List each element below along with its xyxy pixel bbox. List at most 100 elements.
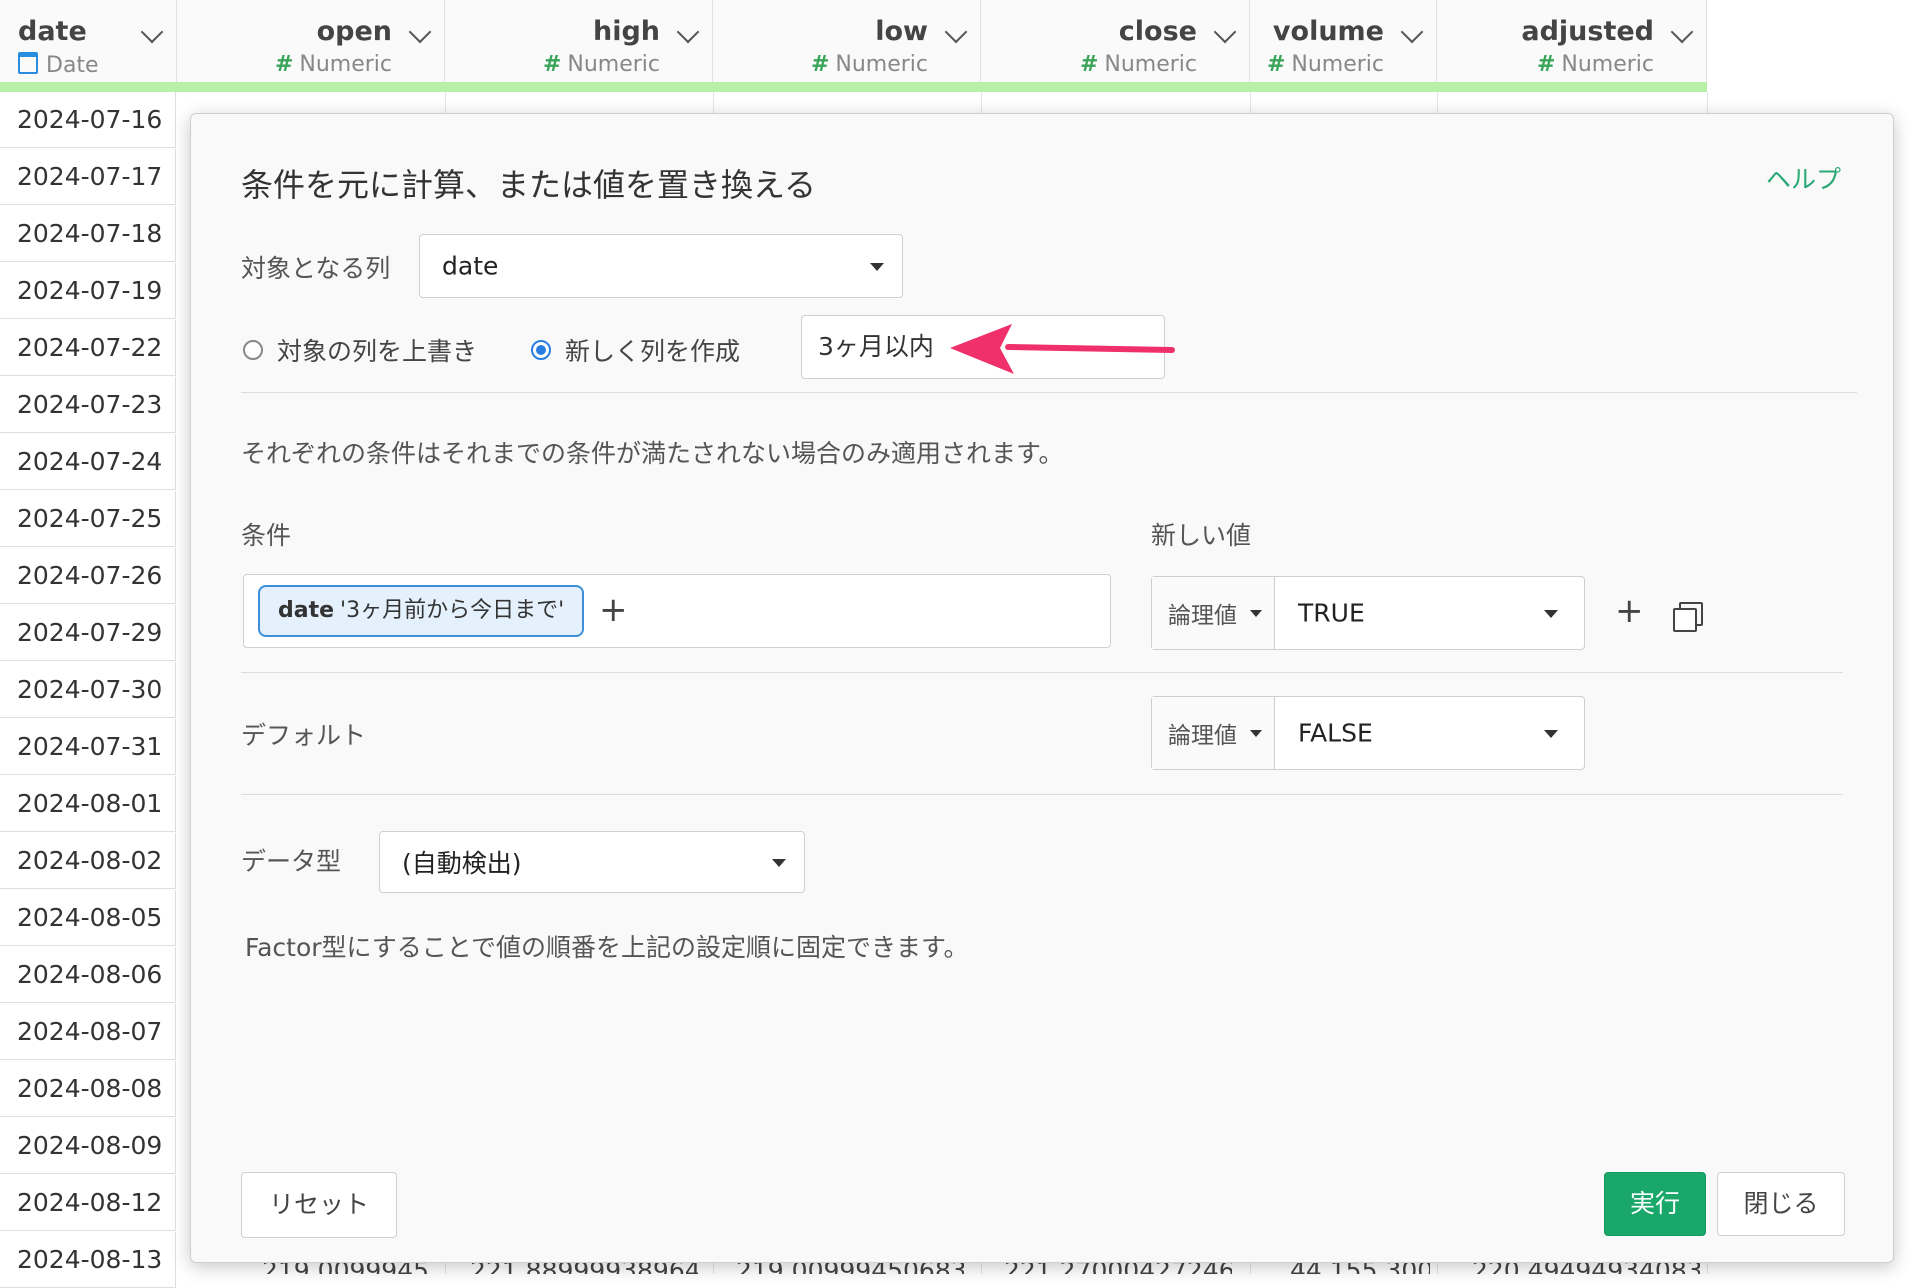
column-name: adjusted — [1521, 16, 1654, 47]
column-header-open[interactable]: open # Numeric — [177, 0, 445, 82]
chevron-down-icon[interactable] — [1400, 20, 1424, 44]
date-cell[interactable]: 2024-07-26 — [0, 548, 176, 604]
numeric-icon: # — [1266, 52, 1286, 77]
column-header-date[interactable]: date Date — [0, 0, 177, 82]
date-cell[interactable]: 2024-08-13 — [0, 1232, 176, 1288]
column-type-label: Numeric — [835, 52, 928, 77]
column-name: open — [316, 16, 392, 47]
column-name: close — [1118, 16, 1197, 47]
run-button[interactable]: 実行 — [1604, 1172, 1706, 1236]
data-type-label: データ型 — [241, 847, 342, 876]
divider — [241, 672, 1843, 673]
column-header-high[interactable]: high # Numeric — [445, 0, 713, 82]
date-cell[interactable]: 2024-08-05 — [0, 890, 176, 946]
column-type: # Numeric — [275, 52, 392, 77]
close-button[interactable]: 閉じる — [1717, 1172, 1845, 1236]
date-cell[interactable]: 2024-08-08 — [0, 1061, 176, 1117]
value-type-select[interactable]: 論理値 — [1152, 577, 1275, 649]
column-header-close[interactable]: close # Numeric — [981, 0, 1250, 82]
column-header-low[interactable]: low # Numeric — [713, 0, 981, 82]
radio-overwrite-column[interactable]: 対象の列を上書き — [243, 332, 477, 368]
condition-chip[interactable]: date '3ヶ月前から今日まで' — [258, 585, 585, 637]
column-header-adjusted[interactable]: adjusted # Numeric — [1437, 0, 1707, 82]
radio-create-new-column[interactable]: 新しく列を作成 — [531, 332, 740, 368]
date-cell[interactable]: 2024-07-18 — [0, 206, 176, 262]
column-type: # Numeric — [543, 52, 660, 77]
grid-header: date Date open # Numeric high # Numeric lo… — [0, 0, 1707, 92]
column-header-volume[interactable]: volume # Numeric — [1250, 0, 1437, 82]
reset-button[interactable]: リセット — [241, 1172, 397, 1238]
condition-order-note: それぞれの条件はそれまでの条件が満たされない場合のみ適用されます。 — [241, 439, 1064, 468]
column-name: date — [18, 16, 87, 47]
calendar-icon — [18, 52, 38, 74]
add-condition-plus-icon[interactable]: + — [599, 593, 628, 627]
date-cell[interactable]: 2024-08-07 — [0, 1004, 176, 1060]
date-cell[interactable]: 2024-07-22 — [0, 320, 176, 376]
date-cell[interactable]: 2024-08-02 — [0, 833, 176, 889]
chevron-down-icon[interactable] — [1213, 20, 1237, 44]
column-type: # Numeric — [811, 52, 928, 77]
column-type: # Numeric — [1537, 52, 1654, 77]
radio-label: 新しく列を作成 — [565, 337, 741, 366]
help-link[interactable]: ヘルプ — [1766, 160, 1841, 196]
caret-down-icon — [772, 859, 786, 867]
target-column-select[interactable]: date — [419, 234, 903, 298]
date-cell[interactable]: 2024-08-12 — [0, 1175, 176, 1231]
data-type-select[interactable]: (自動検出) — [379, 831, 805, 893]
annotation-arrow-icon — [950, 324, 1175, 374]
new-value-input: 論理値 TRUE — [1151, 576, 1585, 650]
default-value-input: 論理値 FALSE — [1151, 696, 1585, 770]
date-cell[interactable]: 2024-07-16 — [0, 92, 176, 148]
column-name: high — [592, 16, 660, 47]
date-cell[interactable]: 2024-08-06 — [0, 947, 176, 1003]
target-column-label: 対象となる列 — [241, 254, 391, 283]
default-value-label: FALSE — [1298, 718, 1373, 748]
date-cell[interactable]: 2024-07-30 — [0, 662, 176, 718]
numeric-icon: # — [542, 52, 562, 77]
condition-chip-text: '3ヶ月前から今日まで' — [340, 598, 565, 623]
date-cell[interactable]: 2024-07-24 — [0, 434, 176, 490]
conditional-compute-dialog: 条件を元に計算、または値を置き換える ヘルプ 対象となる列 date 対象の列を… — [190, 113, 1894, 1263]
column-type-label: Numeric — [1561, 52, 1654, 77]
condition-input[interactable]: date '3ヶ月前から今日まで' + — [243, 574, 1111, 648]
default-type-select[interactable]: 論理値 — [1152, 697, 1275, 769]
divider — [241, 392, 1857, 393]
chevron-down-icon[interactable] — [140, 20, 164, 44]
data-type-value: (自動検出) — [402, 849, 522, 878]
divider — [241, 794, 1843, 795]
date-cell[interactable]: 2024-07-31 — [0, 719, 176, 775]
chevron-down-icon[interactable] — [676, 20, 700, 44]
caret-down-icon — [1250, 610, 1262, 617]
column-type-label: Numeric — [299, 52, 392, 77]
condition-chip-column: date — [278, 598, 335, 623]
column-type-label: Numeric — [567, 52, 660, 77]
add-rule-plus-icon[interactable]: + — [1615, 594, 1644, 628]
column-type: # Numeric — [1080, 52, 1197, 77]
default-label: デフォルト — [241, 721, 367, 750]
date-cell[interactable]: 2024-07-29 — [0, 605, 176, 661]
value-select[interactable]: TRUE — [1274, 577, 1584, 649]
default-type-label: 論理値 — [1168, 723, 1237, 749]
date-cell[interactable]: 2024-08-09 — [0, 1118, 176, 1174]
value-label: TRUE — [1298, 598, 1365, 628]
date-cell[interactable]: 2024-08-01 — [0, 776, 176, 832]
default-value-select[interactable]: FALSE — [1274, 697, 1584, 769]
caret-down-icon — [870, 263, 884, 271]
chevron-down-icon[interactable] — [408, 20, 432, 44]
date-cell[interactable]: 2024-07-25 — [0, 491, 176, 547]
column-name: low — [875, 16, 928, 47]
new-value-header: 新しい値 — [1151, 521, 1252, 550]
chevron-down-icon[interactable] — [1670, 20, 1694, 44]
date-cell[interactable]: 2024-07-19 — [0, 263, 176, 319]
copy-rule-icon[interactable] — [1673, 602, 1703, 632]
numeric-icon: # — [810, 52, 830, 77]
column-type-label: Date — [46, 53, 99, 78]
date-cell[interactable]: 2024-07-17 — [0, 149, 176, 205]
date-cell[interactable]: 2024-07-23 — [0, 377, 176, 433]
target-column-value: date — [442, 251, 499, 281]
numeric-icon: # — [1536, 52, 1556, 77]
column-type-label: Numeric — [1104, 52, 1197, 77]
condition-header: 条件 — [241, 521, 292, 550]
chevron-down-icon[interactable] — [944, 20, 968, 44]
value-type-label: 論理値 — [1168, 603, 1237, 629]
